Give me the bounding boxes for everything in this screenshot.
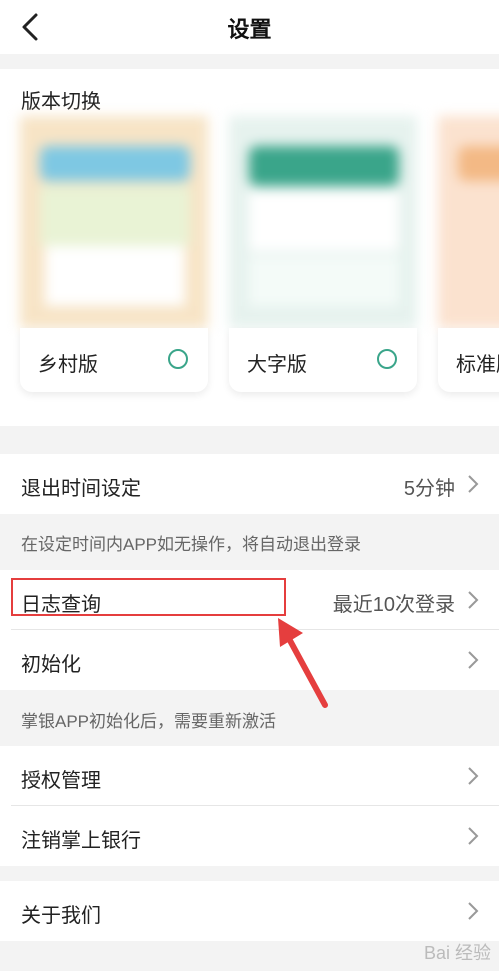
version-card-large-font[interactable]: 大字版 [229,116,417,392]
row-value: 5分钟 [403,478,455,500]
highlight-box [11,578,286,616]
version-preview-image [438,116,499,328]
watermark: Bai 经验 [423,943,491,963]
version-card-rural[interactable]: 乡村版 [20,116,208,392]
row-label: 初始化 [21,654,81,676]
about-us-row[interactable]: 关于我们 [0,881,499,941]
version-card-label: 标准版 [456,354,499,376]
nav-bar: 设置 [0,0,499,54]
initialize-row[interactable]: 初始化 [0,630,499,690]
chevron-right-icon [468,651,479,669]
cancel-mobile-banking-row[interactable]: 注销掌上银行 [0,806,499,866]
row-label: 关于我们 [21,905,101,927]
page-title: 设置 [227,17,272,42]
radio-button[interactable] [377,349,397,369]
auth-management-row[interactable]: 授权管理 [0,746,499,806]
version-preview-image [229,116,417,328]
row-label: 注销掌上银行 [21,830,141,852]
radio-button[interactable] [168,349,188,369]
row-value: 最近10次登录 [332,594,455,616]
logout-time-row[interactable]: 退出时间设定 5分钟 [0,454,499,514]
version-card-standard[interactable]: 标准版 [438,116,499,392]
logout-time-note: 在设定时间内APP如无操作，将自动退出登录 [21,535,362,554]
chevron-right-icon [468,902,479,920]
row-label: 授权管理 [21,770,101,792]
initialize-note: 掌银APP初始化后，需要重新激活 [21,712,277,731]
chevron-right-icon [468,827,479,845]
annotation-arrow-icon [278,618,328,708]
chevron-right-icon [468,767,479,785]
row-label: 退出时间设定 [21,478,141,500]
section-title: 版本切换 [21,91,101,113]
version-switch-section: 版本切换 乡村版 大字版 标准版 [0,69,499,426]
version-card-label: 大字版 [247,354,307,376]
chevron-right-icon [468,475,479,493]
chevron-right-icon [468,591,479,609]
version-card-label: 乡村版 [38,354,98,376]
version-preview-image [20,116,208,328]
